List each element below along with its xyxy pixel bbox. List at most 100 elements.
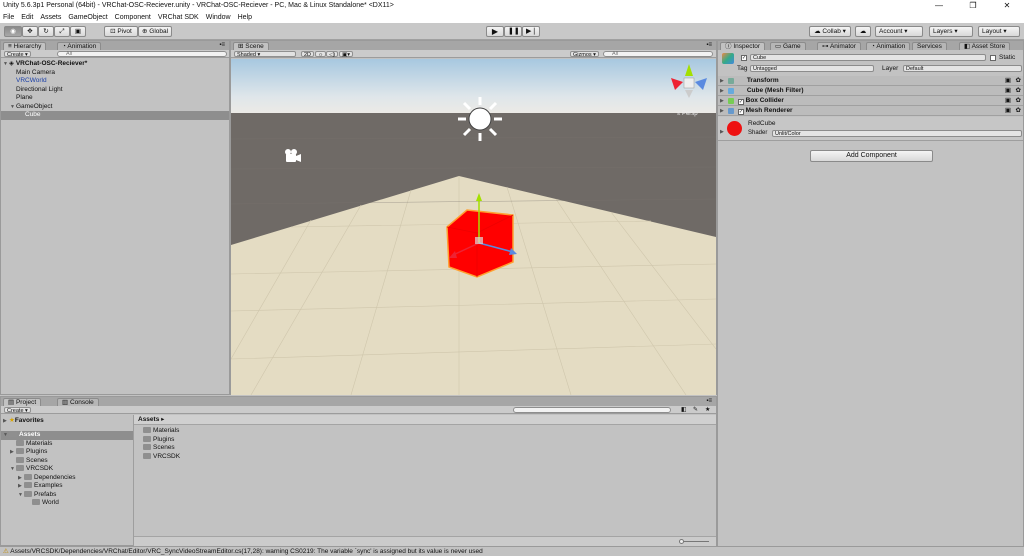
tag-dropdown[interactable]: Untagged: [750, 65, 874, 72]
component-settings-icon[interactable]: ✿: [1016, 96, 1021, 106]
panel-menu-icon[interactable]: ▪≡: [219, 42, 225, 48]
favorites-row[interactable]: ▶ ★Favorites: [1, 417, 133, 426]
gizmos-dropdown[interactable]: Gizmos ▾: [570, 51, 599, 58]
active-checkbox[interactable]: ✓: [741, 55, 747, 61]
hierarchy-item-cube[interactable]: Cube: [1, 111, 229, 120]
object-name-field[interactable]: Cube: [750, 54, 986, 61]
minimize-icon[interactable]: —: [922, 0, 956, 12]
tree-item-plugins[interactable]: ▶ Plugins: [1, 448, 133, 457]
tree-item-dependencies[interactable]: ▶ Dependencies: [1, 473, 133, 483]
tree-item-assets[interactable]: ▼ Assets: [1, 431, 133, 440]
menu-help[interactable]: Help: [238, 12, 252, 23]
scale-tool-icon[interactable]: ⤢: [54, 26, 70, 37]
scene-search-input[interactable]: All: [603, 51, 713, 57]
mesh-renderer-checkbox[interactable]: ✓: [737, 109, 744, 115]
menu-edit[interactable]: Edit: [21, 12, 33, 23]
global-toggle[interactable]: ⊕ Global: [138, 26, 172, 37]
tab-hierarchy[interactable]: ≡ Hierarchy: [3, 42, 47, 50]
tab-animation-2[interactable]: ◔ Animation: [866, 42, 911, 50]
expand-arrow-icon[interactable]: ▶: [720, 106, 726, 116]
tree-item-materials[interactable]: Materials: [1, 439, 133, 449]
tab-inspector[interactable]: ⓘ Inspector: [720, 42, 766, 50]
project-search-input[interactable]: [513, 407, 671, 413]
component-mesh-renderer[interactable]: ▶ ✓ Mesh Renderer ▣ ✿: [718, 106, 1023, 116]
hierarchy-item-vrcworld[interactable]: VRCWorld: [1, 77, 229, 86]
icon-size-slider-handle[interactable]: [679, 539, 684, 544]
help-icon[interactable]: ▣: [1005, 86, 1011, 96]
tree-item-world[interactable]: World: [1, 499, 133, 508]
step-button[interactable]: ▶❘: [522, 26, 540, 37]
assets-breadcrumb[interactable]: Assets ▸: [134, 415, 716, 425]
tab-animation[interactable]: ◔ Animation: [57, 42, 102, 50]
tab-project[interactable]: ▤ Project: [3, 398, 42, 406]
rotate-tool-icon[interactable]: ↻: [38, 26, 54, 37]
filter-by-type-icon[interactable]: ◧: [681, 406, 687, 413]
expand-arrow-icon[interactable]: ▶: [720, 76, 726, 86]
component-settings-icon[interactable]: ✿: [1016, 76, 1021, 86]
persp-label[interactable]: ≤ Persp: [677, 111, 698, 117]
menu-file[interactable]: File: [3, 12, 14, 23]
help-icon[interactable]: ▣: [1005, 76, 1011, 86]
asset-folder-plugins[interactable]: Plugins: [143, 435, 716, 445]
tree-item-scenes[interactable]: Scenes: [1, 456, 133, 466]
asset-folder-materials[interactable]: Materials: [143, 427, 716, 436]
component-box-collider[interactable]: ▶ ✓ Box Collider ▣ ✿: [718, 96, 1023, 106]
hierarchy-item-plane[interactable]: Plane: [1, 94, 229, 103]
scene-lighting-icon[interactable]: ☼: [315, 51, 327, 58]
layout-dropdown[interactable]: Layout ▾: [978, 26, 1020, 37]
maximize-icon[interactable]: ❐: [956, 0, 990, 12]
status-bar[interactable]: ⚠ Assets/VRCSDK/Dependencies/VRChat/Edit…: [0, 546, 1024, 556]
hierarchy-item-main-camera[interactable]: Main Camera: [1, 69, 229, 78]
pivot-toggle[interactable]: ⊡ Pivot: [104, 26, 138, 37]
help-icon[interactable]: ▣: [1005, 96, 1011, 106]
expand-arrow-icon[interactable]: ▶: [720, 96, 726, 106]
expand-arrow-icon[interactable]: ▶: [720, 129, 724, 135]
tab-animator[interactable]: ⊶ Animator: [817, 42, 861, 50]
menu-assets[interactable]: Assets: [40, 12, 61, 23]
sun-icon[interactable]: [458, 97, 502, 141]
tab-scene[interactable]: ⊞ Scene: [233, 42, 269, 50]
menu-component[interactable]: Component: [115, 12, 151, 23]
pause-button[interactable]: ❚❚: [504, 26, 522, 37]
close-icon[interactable]: ✕: [990, 0, 1024, 12]
account-dropdown[interactable]: Account ▾: [875, 26, 923, 37]
menu-gameobject[interactable]: GameObject: [68, 12, 107, 23]
project-create-button[interactable]: Create ▾: [4, 407, 31, 414]
static-checkbox[interactable]: [990, 55, 996, 61]
audio-icon[interactable]: ◁): [326, 51, 339, 58]
mode-2d-toggle[interactable]: 2D: [301, 51, 315, 58]
help-icon[interactable]: ▣: [1005, 106, 1011, 116]
asset-folder-scenes[interactable]: Scenes: [143, 444, 716, 453]
tree-item-prefabs[interactable]: ▼ Prefabs: [1, 490, 133, 500]
component-transform[interactable]: ▶ Transform ▣ ✿: [718, 76, 1023, 86]
move-tool-icon[interactable]: ✥: [22, 26, 38, 37]
panel-menu-icon[interactable]: ▪≡: [706, 42, 712, 48]
favorite-star-icon[interactable]: ★: [705, 406, 710, 413]
menu-vrchat-sdk[interactable]: VRChat SDK: [158, 12, 199, 23]
scene-viewport[interactable]: ≤ Persp: [231, 59, 716, 395]
tab-console[interactable]: ▥ Console: [57, 398, 99, 406]
hierarchy-search-input[interactable]: All: [57, 51, 227, 57]
box-collider-checkbox[interactable]: ✓: [737, 99, 744, 105]
effects-icon[interactable]: ▣▾: [339, 51, 353, 58]
shading-mode-dropdown[interactable]: Shaded ▾: [234, 51, 296, 58]
tab-game[interactable]: ▭ Game: [770, 42, 806, 50]
add-component-button[interactable]: Add Component: [810, 150, 933, 162]
filter-by-label-icon[interactable]: ✎: [693, 406, 698, 413]
menu-window[interactable]: Window: [206, 12, 231, 23]
tree-item-vrcsdk[interactable]: ▼ VRCSDK: [1, 465, 133, 474]
play-button[interactable]: ▶: [486, 26, 504, 37]
component-mesh-filter[interactable]: ▶ Cube (Mesh Filter) ▣ ✿: [718, 86, 1023, 96]
hierarchy-create-button[interactable]: Create ▾: [4, 51, 31, 58]
tab-services[interactable]: Services: [912, 42, 947, 50]
cloud-icon[interactable]: ☁: [855, 26, 871, 37]
component-settings-icon[interactable]: ✿: [1016, 86, 1021, 96]
tree-item-examples[interactable]: ▶ Examples: [1, 482, 133, 491]
component-settings-icon[interactable]: ✿: [1016, 106, 1021, 116]
panel-menu-icon[interactable]: ▪≡: [706, 398, 712, 404]
collab-button[interactable]: ☁ Collab ▾: [809, 26, 851, 37]
hierarchy-item-directional-light[interactable]: Directional Light: [1, 86, 229, 95]
layers-dropdown[interactable]: Layers ▾: [929, 26, 973, 37]
hierarchy-item-gameobject[interactable]: ▼GameObject: [1, 103, 229, 112]
shader-dropdown[interactable]: Unlit/Color: [772, 130, 1022, 137]
